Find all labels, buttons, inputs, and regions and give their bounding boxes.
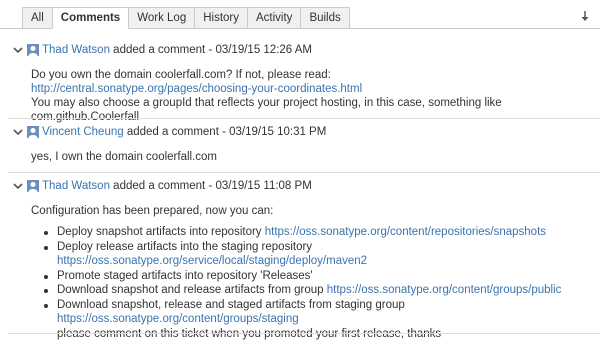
list-item: Deploy release artifacts into the stagin… — [31, 240, 600, 269]
list-item: Deploy snapshot artifacts into repositor… — [31, 225, 600, 240]
comment-header: Thad Watson added a comment - 03/19/15 1… — [12, 178, 312, 194]
comment-text: You may also choose a groupId that refle… — [31, 96, 600, 124]
comment-body: yes, I own the domain coolerfall.com — [31, 150, 217, 164]
comment-body: Do you own the domain coolerfall.com? If… — [31, 68, 600, 124]
tab-comments[interactable]: Comments — [52, 7, 129, 29]
tabs: All Comments Work Log History Activity B… — [22, 7, 349, 29]
chevron-down-icon[interactable] — [12, 180, 24, 192]
tab-history[interactable]: History — [194, 7, 248, 28]
repo-link[interactable]: https://oss.sonatype.org/content/groups/… — [57, 313, 299, 325]
user-avatar-icon — [27, 126, 39, 138]
comment-text: yes, I own the domain coolerfall.com — [31, 150, 217, 164]
tab-builds[interactable]: Builds — [300, 7, 349, 28]
comment-header: Vincent Cheung added a comment - 03/19/1… — [12, 124, 326, 140]
comment-author[interactable]: Vincent Cheung — [42, 126, 124, 138]
chevron-down-icon[interactable] — [12, 44, 24, 56]
divider — [8, 172, 600, 173]
divider — [8, 118, 600, 119]
comment-text: Configuration has been prepared, now you… — [31, 204, 600, 218]
comment-author[interactable]: Thad Watson — [42, 44, 110, 56]
comment-meta: added a comment - 03/19/15 12:26 AM — [113, 44, 312, 56]
repo-link[interactable]: https://oss.sonatype.org/content/reposit… — [265, 226, 546, 238]
tab-work-log[interactable]: Work Log — [128, 7, 195, 28]
tab-all[interactable]: All — [22, 7, 53, 28]
comment-meta: added a comment - 03/19/15 11:08 PM — [113, 180, 312, 192]
list-item: Download snapshot, release and staged ar… — [31, 298, 600, 327]
comment-author[interactable]: Thad Watson — [42, 180, 110, 192]
user-avatar-icon — [27, 180, 39, 192]
tab-activity[interactable]: Activity — [247, 7, 301, 28]
user-avatar-icon — [27, 44, 39, 56]
comment-text: Do you own the domain coolerfall.com? If… — [31, 68, 600, 82]
list-item: Download snapshot and release artifacts … — [31, 283, 600, 298]
comment-body: Configuration has been prepared, now you… — [31, 204, 600, 341]
sort-down-icon[interactable] — [580, 10, 590, 22]
list-item: Promote staged artifacts into repository… — [31, 269, 600, 284]
repo-link[interactable]: https://oss.sonatype.org/service/local/s… — [57, 255, 367, 267]
comment-link[interactable]: http://central.sonatype.org/pages/choosi… — [31, 83, 362, 95]
tab-bar: All Comments Work Log History Activity B… — [0, 0, 600, 29]
bullet-list: Deploy snapshot artifacts into repositor… — [31, 225, 600, 327]
chevron-down-icon[interactable] — [12, 126, 24, 138]
repo-link[interactable]: https://oss.sonatype.org/content/groups/… — [327, 284, 562, 296]
comment-header: Thad Watson added a comment - 03/19/15 1… — [12, 42, 312, 58]
comment-meta: added a comment - 03/19/15 10:31 PM — [127, 126, 326, 138]
divider — [8, 333, 600, 334]
